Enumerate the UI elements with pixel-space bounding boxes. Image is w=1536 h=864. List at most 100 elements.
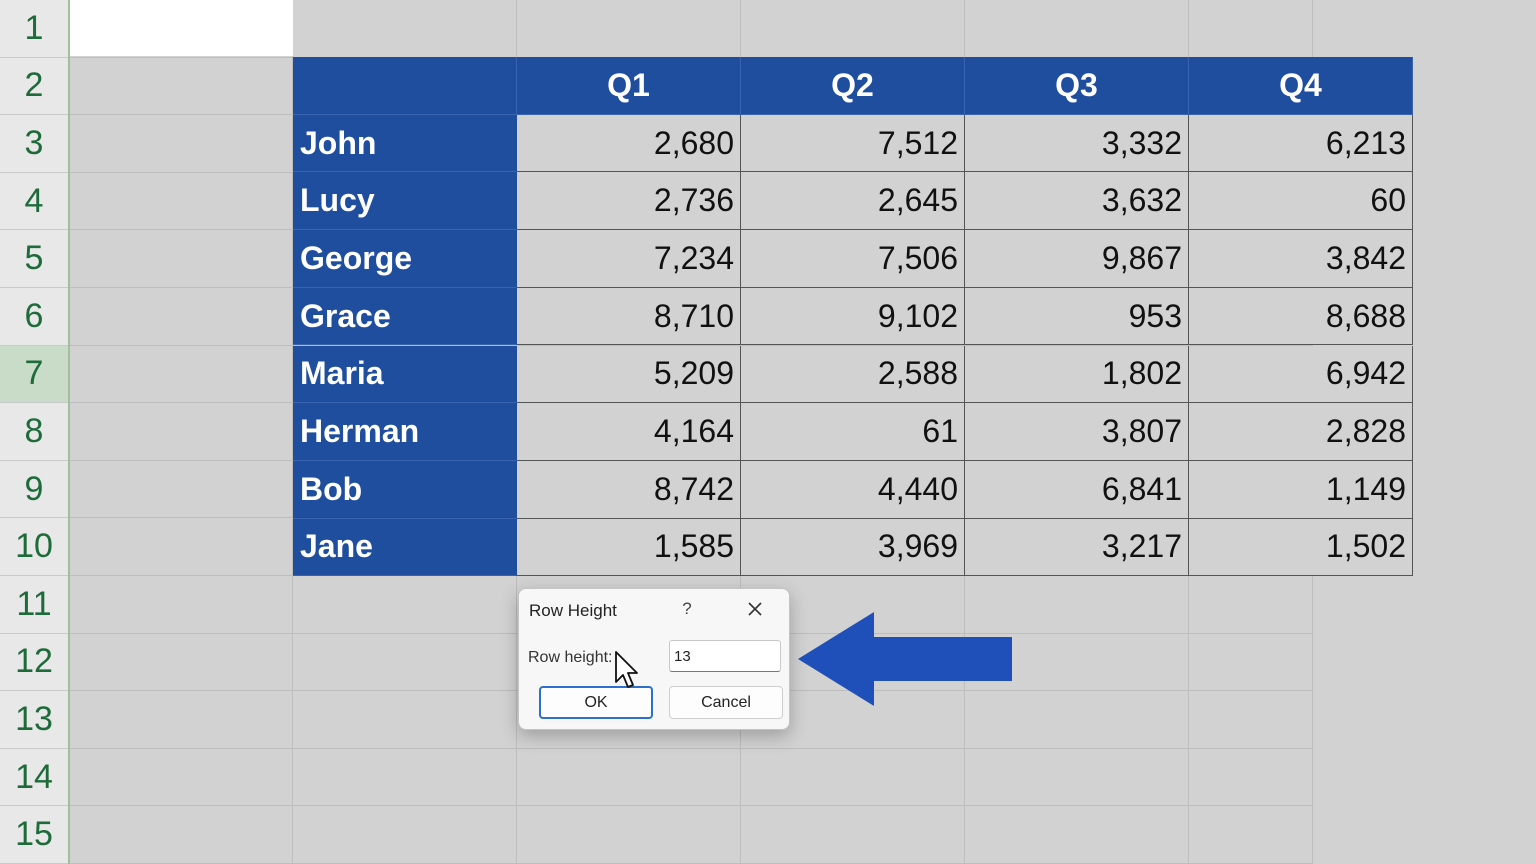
value-cell[interactable]: 2,645 xyxy=(741,172,965,231)
grid-cell[interactable] xyxy=(1189,748,1313,807)
value-cell[interactable]: 4,440 xyxy=(741,460,965,519)
value-cell[interactable]: 8,742 xyxy=(517,460,741,519)
grid-cell[interactable] xyxy=(965,806,1189,864)
value-cell[interactable]: 4,164 xyxy=(517,403,741,461)
close-button[interactable] xyxy=(743,597,767,621)
grid-cell[interactable] xyxy=(70,633,293,692)
value-cell[interactable]: 1,502 xyxy=(1189,518,1413,577)
value-cell[interactable]: 1,149 xyxy=(1189,460,1413,519)
row-header-5[interactable]: 5 xyxy=(0,230,68,288)
grid-cell[interactable] xyxy=(1189,633,1313,692)
grid-cell[interactable] xyxy=(517,806,741,864)
grid-cell[interactable] xyxy=(517,748,741,807)
grid-cell[interactable] xyxy=(293,0,517,58)
row-header-2[interactable]: 2 xyxy=(0,58,68,116)
row-header-11[interactable]: 11 xyxy=(0,576,68,634)
grid-cell[interactable] xyxy=(70,403,293,461)
name-cell[interactable]: Grace xyxy=(293,287,517,346)
value-cell[interactable]: 61 xyxy=(741,403,965,461)
value-cell[interactable]: 6,213 xyxy=(1189,114,1413,173)
name-cell[interactable]: Maria xyxy=(293,345,517,404)
grid-cell[interactable] xyxy=(965,748,1189,807)
grid-cell[interactable] xyxy=(517,0,741,58)
ok-button[interactable]: OK xyxy=(539,686,653,719)
value-cell[interactable]: 2,680 xyxy=(517,114,741,173)
column-header-q2[interactable]: Q2 xyxy=(741,57,965,115)
grid-cell[interactable] xyxy=(1189,691,1313,749)
name-cell[interactable]: Jane xyxy=(293,518,517,577)
row-header-1[interactable]: 1 xyxy=(0,0,68,58)
row-header-7[interactable]: 7 xyxy=(0,345,68,404)
row-header-12[interactable]: 12 xyxy=(0,634,68,692)
value-cell[interactable]: 3,807 xyxy=(965,403,1189,461)
grid-cell[interactable] xyxy=(70,518,293,576)
row-header-3[interactable]: 3 xyxy=(0,115,68,173)
grid-cell[interactable] xyxy=(293,806,517,864)
grid-cell[interactable] xyxy=(293,633,517,692)
name-cell[interactable]: John xyxy=(293,114,517,173)
grid-cell[interactable] xyxy=(70,806,293,864)
value-cell[interactable]: 7,512 xyxy=(741,114,965,173)
grid-cell[interactable] xyxy=(741,0,965,58)
grid-cell[interactable] xyxy=(741,748,965,807)
value-cell[interactable]: 2,828 xyxy=(1189,403,1413,461)
value-cell[interactable]: 3,332 xyxy=(965,114,1189,173)
grid-cell[interactable] xyxy=(70,576,293,634)
row-header-14[interactable]: 14 xyxy=(0,749,68,807)
value-cell[interactable]: 3,969 xyxy=(741,518,965,577)
name-cell[interactable]: Bob xyxy=(293,460,517,519)
value-cell[interactable]: 2,588 xyxy=(741,345,965,404)
value-cell[interactable]: 60 xyxy=(1189,172,1413,231)
grid-cell[interactable] xyxy=(70,460,293,519)
value-cell[interactable]: 3,217 xyxy=(965,518,1189,577)
name-cell[interactable]: Lucy xyxy=(293,172,517,231)
value-cell[interactable]: 6,942 xyxy=(1189,345,1413,404)
help-button[interactable]: ? xyxy=(677,599,697,619)
row-header-9[interactable]: 9 xyxy=(0,461,68,519)
value-cell[interactable]: 9,867 xyxy=(965,230,1189,288)
row-header-15[interactable]: 15 xyxy=(0,806,68,864)
grid-cell[interactable] xyxy=(70,691,293,749)
cell-a1[interactable] xyxy=(70,0,293,56)
grid-cell[interactable] xyxy=(293,691,517,749)
row-header-13[interactable]: 13 xyxy=(0,691,68,749)
row-height-input[interactable] xyxy=(669,640,781,672)
grid-cell[interactable] xyxy=(70,748,293,807)
row-header-4[interactable]: 4 xyxy=(0,173,68,231)
grid-cell[interactable] xyxy=(70,172,293,231)
value-cell[interactable]: 9,102 xyxy=(741,287,965,346)
column-header-q4[interactable]: Q4 xyxy=(1189,57,1413,115)
row-header-10[interactable]: 10 xyxy=(0,518,68,576)
value-cell[interactable]: 3,842 xyxy=(1189,230,1413,288)
column-header-q3[interactable]: Q3 xyxy=(965,57,1189,115)
value-cell[interactable]: 5,209 xyxy=(517,345,741,404)
grid-cell[interactable] xyxy=(1189,576,1313,634)
grid-cell[interactable] xyxy=(70,345,293,404)
grid-cell[interactable] xyxy=(965,0,1189,58)
cancel-button[interactable]: Cancel xyxy=(669,686,783,719)
header-corner-cell[interactable] xyxy=(293,57,517,115)
name-cell[interactable]: Herman xyxy=(293,403,517,461)
grid-cell[interactable] xyxy=(741,806,965,864)
row-header-6[interactable]: 6 xyxy=(0,288,68,346)
value-cell[interactable]: 8,688 xyxy=(1189,287,1413,346)
grid-cell[interactable] xyxy=(70,57,293,116)
value-cell[interactable]: 7,234 xyxy=(517,230,741,288)
name-cell[interactable]: George xyxy=(293,230,517,288)
grid-cell[interactable] xyxy=(293,576,517,634)
value-cell[interactable]: 6,841 xyxy=(965,460,1189,519)
grid-cell[interactable] xyxy=(1189,0,1313,58)
value-cell[interactable]: 953 xyxy=(965,287,1189,346)
value-cell[interactable]: 7,506 xyxy=(741,230,965,288)
grid-cell[interactable] xyxy=(70,288,293,346)
grid-cell[interactable] xyxy=(1189,806,1313,864)
grid-cell[interactable] xyxy=(70,230,293,288)
value-cell[interactable]: 8,710 xyxy=(517,287,741,346)
value-cell[interactable]: 1,802 xyxy=(965,345,1189,404)
value-cell[interactable]: 1,585 xyxy=(517,518,741,577)
value-cell[interactable]: 2,736 xyxy=(517,172,741,231)
row-header-8[interactable]: 8 xyxy=(0,403,68,461)
grid-cell[interactable] xyxy=(293,748,517,807)
column-header-q1[interactable]: Q1 xyxy=(517,57,741,115)
value-cell[interactable]: 3,632 xyxy=(965,172,1189,231)
